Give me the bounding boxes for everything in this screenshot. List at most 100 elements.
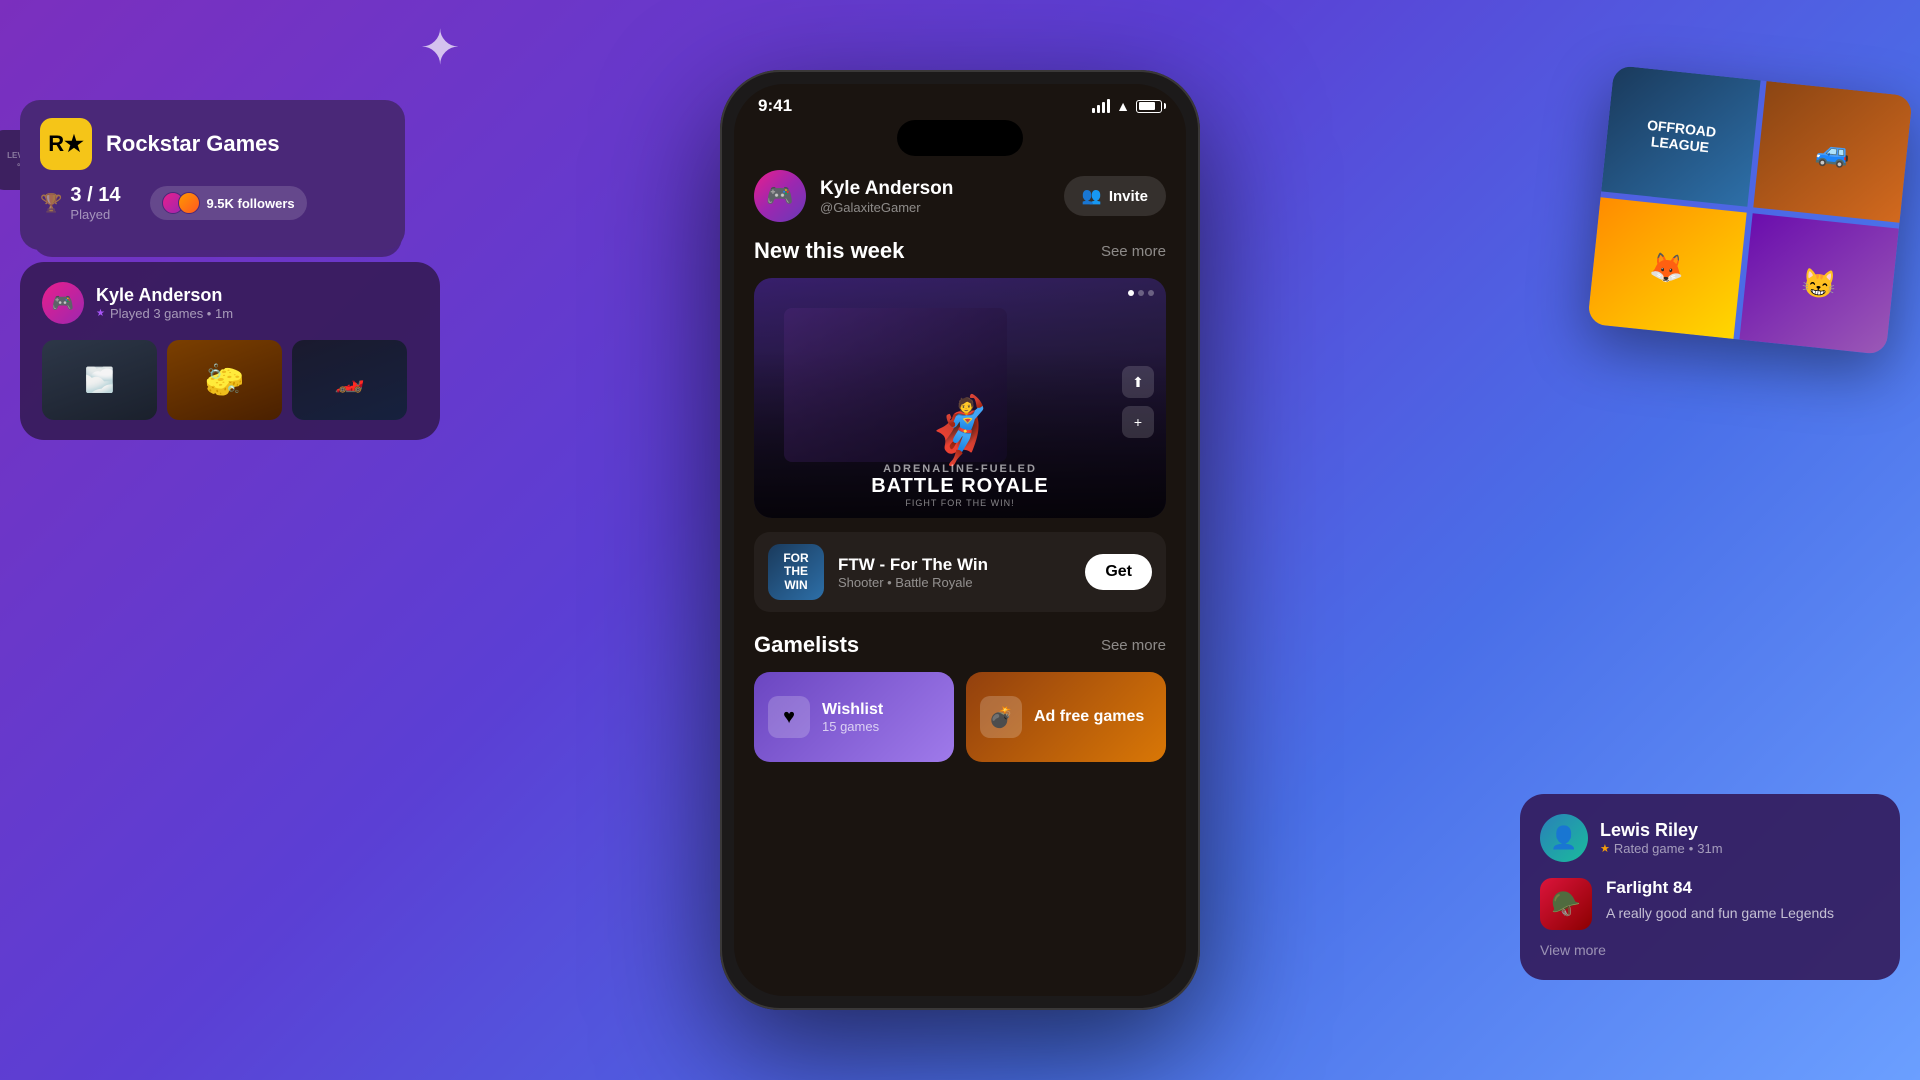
game-banner[interactable]: 🦸 ⬆ + ADRENALINE-FUELED BATTLE ROYALE [754, 278, 1166, 518]
wishlist-name: Wishlist [822, 701, 883, 719]
lewis-dot: • [1689, 841, 1694, 856]
profile-left: 🎮 Kyle Anderson @GalaxiteGamer [754, 170, 953, 222]
adfree-info: Ad free games [1034, 708, 1144, 726]
kyle-action: Played 3 games • 1m [110, 306, 233, 321]
status-icons: ▲ [1092, 98, 1162, 114]
signal-bar-1 [1092, 108, 1095, 113]
gamelists-title: Gamelists [754, 632, 859, 658]
kyle-game-3-emoji: 🏎️ [335, 366, 365, 395]
wishlist-info: Wishlist 15 games [822, 701, 883, 734]
ctrl-btn-2: + [1122, 406, 1154, 438]
kyle-game-1-emoji: 🌫️ [85, 366, 115, 395]
played-number: 3 / 14 [70, 184, 120, 207]
followers-avatars [162, 192, 200, 214]
kyle-card-header: 🎮 Kyle Anderson ★ Played 3 games • 1m [42, 282, 418, 324]
kyle-info: Kyle Anderson ★ Played 3 games • 1m [96, 285, 233, 321]
lewis-avatar: 👤 [1540, 814, 1588, 862]
battery-fill [1139, 102, 1156, 110]
profile-avatar[interactable]: 🎮 [754, 170, 806, 222]
offroad-cell-cat: 😸 [1739, 213, 1898, 355]
played-label: Played [70, 207, 120, 222]
lewis-name: Lewis Riley [1600, 820, 1723, 841]
followers-badge: 9.5K followers [150, 186, 306, 220]
banner-controls: ⬆ + [1122, 366, 1154, 438]
offroad-card: OFFROAD LEAGUE 🚙 🦊 😸 [1600, 80, 1900, 340]
banner-main-title: BATTLE ROYALE [754, 475, 1166, 498]
lewis-header: 👤 Lewis Riley ★ Rated game • 31m [1540, 814, 1880, 862]
adfree-bomb-icon: 💣 [989, 705, 1014, 730]
profile-avatar-emoji: 🎮 [766, 183, 793, 209]
rockstar-card-stack: LEVEL∞ R★ Rockstar Games 🏆 3 / 14 Played [20, 100, 420, 280]
invite-icon: 👥 [1082, 186, 1102, 206]
kyle-name: Kyle Anderson [96, 285, 233, 306]
ftw-name: FTW - For The Win [838, 555, 1071, 575]
lewis-time: 31m [1697, 841, 1722, 856]
battery-icon [1136, 100, 1162, 113]
banner-subtitle: ADRENALINE-FUELED [754, 463, 1166, 475]
invite-label: Invite [1109, 188, 1148, 205]
signal-bar-3 [1102, 102, 1105, 113]
gamelists-grid: ♥ Wishlist 15 games 💣 Ad free ga [754, 672, 1166, 762]
signal-bar-2 [1097, 105, 1100, 113]
wishlist-heart-icon: ♥ [783, 706, 795, 729]
ftw-get-button[interactable]: Get [1085, 554, 1152, 590]
dynamic-island [897, 120, 1023, 156]
kyle-avatar: 🎮 [42, 282, 84, 324]
farlight-name: Farlight 84 [1606, 878, 1834, 898]
wifi-icon: ▲ [1116, 98, 1130, 114]
wishlist-icon: ♥ [768, 696, 810, 738]
played-count: 🏆 3 / 14 Played [40, 184, 120, 222]
signal-bars [1092, 99, 1110, 113]
ftw-meta: Shooter • Battle Royale [838, 575, 1071, 590]
phone-content[interactable]: New this week See more 🦸 [734, 238, 1186, 996]
lewis-riley-card: 👤 Lewis Riley ★ Rated game • 31m 🪖 Farli… [1520, 794, 1900, 980]
kyle-games: 🌫️ 🧽 🏎️ [42, 340, 418, 420]
kyle-game-1: 🌫️ [42, 340, 157, 420]
ftw-info: FTW - For The Win Shooter • Battle Royal… [838, 555, 1071, 590]
star-yellow-icon: ★ [1600, 842, 1610, 855]
status-bar: 9:41 ▲ [734, 84, 1186, 120]
lewis-avatar-emoji: 👤 [1550, 825, 1577, 851]
phone-wrapper: 9:41 ▲ [720, 70, 1200, 1010]
new-this-week-header: New this week See more [754, 238, 1166, 264]
profile-name-block: Kyle Anderson @GalaxiteGamer [820, 178, 953, 215]
banner-dot-1 [1128, 290, 1134, 296]
star-decoration-1: ✦ [420, 20, 460, 76]
new-this-week-title: New this week [754, 238, 904, 264]
signal-bar-4 [1107, 99, 1110, 113]
profile-name: Kyle Anderson [820, 178, 953, 200]
offroad-cell-title: OFFROAD LEAGUE [1601, 65, 1760, 207]
adfree-card[interactable]: 💣 Ad free games [966, 672, 1166, 762]
left-section: LEVEL∞ R★ Rockstar Games 🏆 3 / 14 Played [20, 100, 450, 340]
star-bullet: ★ [96, 308, 105, 319]
farlight-section: 🪖 Farlight 84 A really good and fun game… [1540, 878, 1880, 930]
offroad-cell-fox: 🦊 [1587, 197, 1746, 339]
adfree-name: Ad free games [1034, 708, 1144, 726]
farlight-avatar-emoji: 🪖 [1551, 890, 1581, 919]
offroad-grid: OFFROAD LEAGUE 🚙 🦊 😸 [1587, 65, 1913, 355]
offroad-cell-car: 🚙 [1753, 81, 1912, 223]
wishlist-card[interactable]: ♥ Wishlist 15 games [754, 672, 954, 762]
farlight-avatar: 🪖 [1540, 878, 1592, 930]
adfree-icon: 💣 [980, 696, 1022, 738]
followers-count: 9.5K followers [206, 196, 294, 211]
kyle-activity-card[interactable]: 🎮 Kyle Anderson ★ Played 3 games • 1m 🌫️… [20, 262, 440, 440]
view-more-button[interactable]: View more [1540, 942, 1606, 958]
banner-dot-3 [1148, 290, 1154, 296]
rockstar-logo: R★ [40, 118, 92, 170]
gamelists-header: Gamelists See more [754, 632, 1166, 658]
banner-character: 🦸 [920, 393, 1000, 468]
phone-outer: 9:41 ▲ [720, 70, 1200, 1010]
new-this-week-see-more[interactable]: See more [1101, 243, 1166, 260]
kyle-game-3: 🏎️ [292, 340, 407, 420]
gamelists-see-more[interactable]: See more [1101, 637, 1166, 654]
follower-avatar-2 [178, 192, 200, 214]
phone-screen: 9:41 ▲ [734, 84, 1186, 996]
rockstar-card[interactable]: R★ Rockstar Games 🏆 3 / 14 Played 9. [20, 100, 405, 250]
game-list-item-ftw[interactable]: FORTHEWIN FTW - For The Win Shooter • Ba… [754, 532, 1166, 612]
banner-title: ADRENALINE-FUELED BATTLE ROYALE FIGHT FO… [754, 463, 1166, 508]
banner-tagline: FIGHT FOR THE WIN! [754, 498, 1166, 508]
ftw-icon: FORTHEWIN [768, 544, 824, 600]
invite-button[interactable]: 👥 Invite [1064, 176, 1166, 216]
lewis-action: Rated game [1614, 841, 1685, 856]
